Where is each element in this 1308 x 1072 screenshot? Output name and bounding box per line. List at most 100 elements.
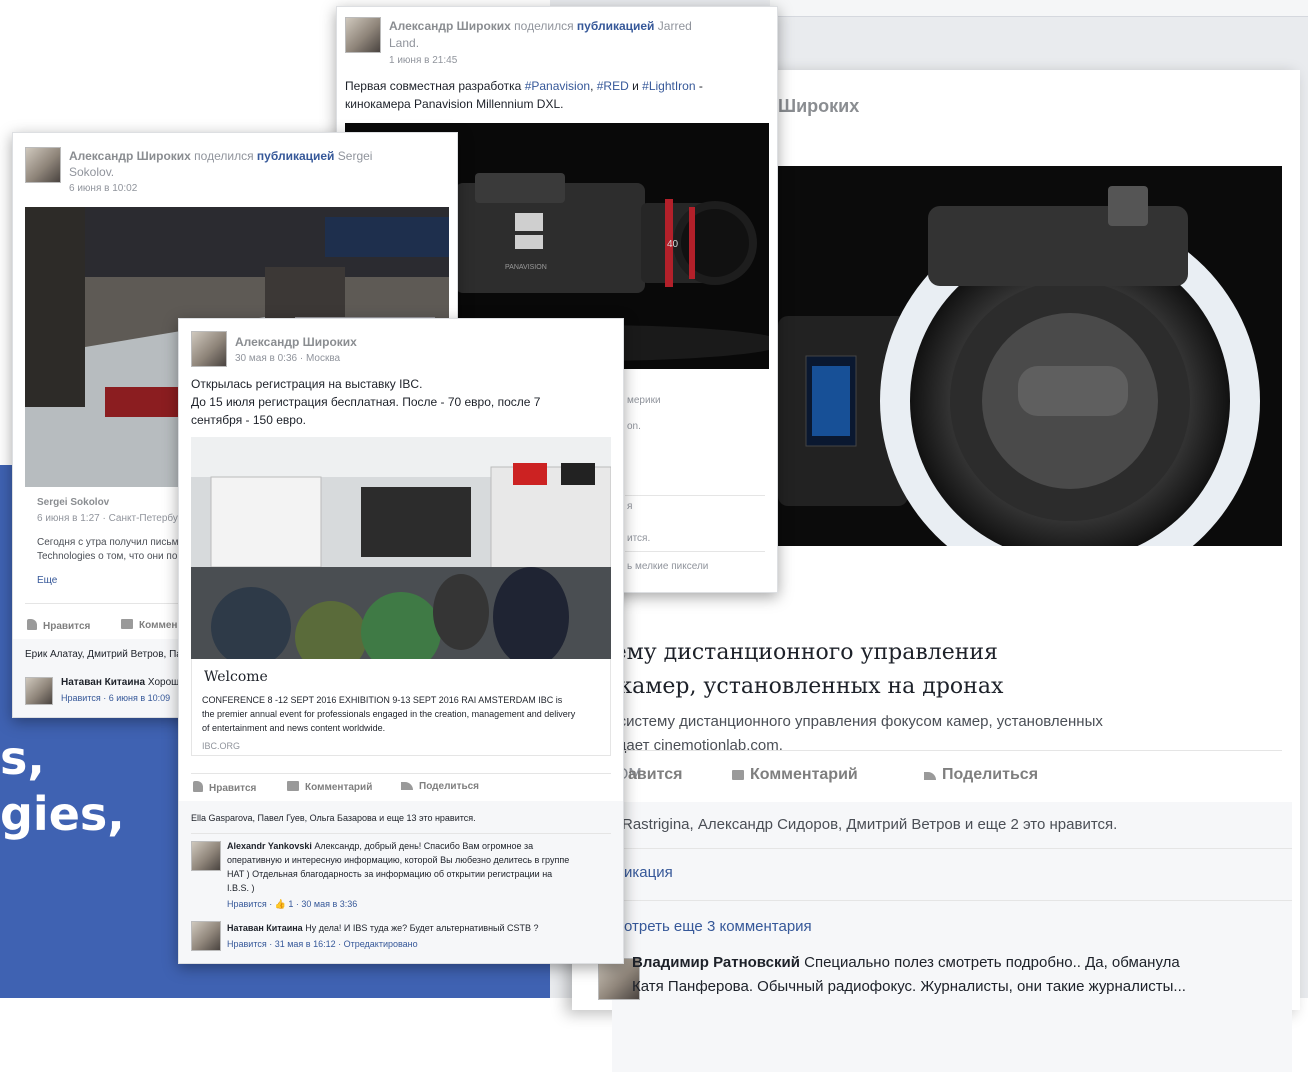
fragment: ится. [627,533,651,544]
divider [625,495,765,496]
fragment: мерики [627,395,661,406]
comment-1-meta[interactable]: Нравится · 👍 1 · 30 мая в 3:36 [227,899,357,910]
author-name[interactable]: Александр Широких [389,19,511,33]
like-button[interactable]: Нравится [27,619,90,632]
exhibition-hall-illustration [191,437,611,659]
post-text-2: До 15 июля регистрация бесплатная. После… [191,395,541,409]
comment-1-line-2: оперативную и интересную информацию, кот… [227,855,570,865]
comment-author[interactable]: Натаван Китаина [61,677,145,688]
hashtag-lightiron[interactable]: #LightIron [642,79,695,93]
hashtag-panavision[interactable]: #Panavision [525,79,590,93]
divider [612,900,1292,901]
comment-text: Хорош [147,677,180,688]
share-icon [401,782,413,790]
text-sep: , [590,79,597,93]
shared-from-2[interactable]: Sokolov. [69,165,114,179]
comments-area: Rastrigina, Александр Сидоров, Дмитрий В… [598,802,1292,1072]
post-date[interactable]: 6 июня в 10:02 [69,183,137,194]
link-preview[interactable]: Welcome CONFERENCE 8 -12 SEPT 2016 EXHIB… [191,659,611,756]
comment-author[interactable]: Владимир Ратновский [632,954,800,971]
view-more-comments[interactable]: отреть еще 3 комментария [624,918,812,935]
link-desc-1: CONFERENCE 8 -12 SEPT 2016 EXHIBITION 9-… [202,695,563,705]
avatar[interactable] [345,17,381,53]
like-button[interactable]: авится [628,766,682,784]
publication-link[interactable]: публикацией [577,19,655,33]
post-text-1: Первая совместная разработка #Panavision… [345,79,703,93]
share-label: Поделиться [942,766,1039,783]
text-post: - [695,79,703,93]
post-author-partial[interactable]: Широких [778,96,859,117]
like-icon [27,619,37,630]
hashtag-red[interactable]: #RED [597,79,629,93]
post-meta[interactable]: 30 мая в 0:36 · Москва [235,353,340,364]
post-text-2: кинокамера Panavision Millennium DXL. [345,97,564,111]
author-name[interactable]: Александр Широких [235,335,357,349]
like-label: Нравится [209,783,257,794]
see-more-link[interactable]: Еще [37,575,57,586]
dji-focus-illustration [778,166,1282,546]
shared-text: поделился [514,19,574,33]
comment-button[interactable]: Коммен [121,619,177,631]
comment-2: Натаван Китаина Ну дела! И IBS туда же? … [227,923,539,933]
comment-1-line-3: HAT ) Отдельная благодарность за информа… [227,869,553,879]
post-photo-ibc-hall[interactable] [191,437,611,659]
like-icon [193,781,203,792]
fragment: on. [627,421,641,432]
comment-1-line-1: Alexandr Yankovski Александр, добрый ден… [227,841,533,851]
comment-icon [121,619,133,629]
like-label: Нравится [43,621,91,632]
banner-line-2: gies, [0,787,125,841]
inner-author[interactable]: Sergei Sokolov [37,497,109,508]
post-text-1: Открылась регистрация на выставку IBC. [191,377,423,391]
share-button[interactable]: Поделиться [924,766,1038,784]
comment-1-line-4: I.B.S. ) [227,883,255,893]
shared-text: поделился [194,149,254,163]
comment-button[interactable]: Комментарий [287,781,372,793]
share-label: Поделиться [419,781,480,792]
post-date[interactable]: 1 июня в 21:45 [389,55,457,66]
inner-text-2: Technologies о том, что они пон [37,551,183,562]
divider [191,773,611,774]
banner-line-1: s, [0,731,45,785]
avatar[interactable] [191,331,227,367]
post-photo-dji-focus[interactable] [778,166,1282,546]
divider [612,750,1282,751]
comment-1: Владимир Ратновский Специально полез смо… [632,954,1180,971]
comment: Натаван Китаина Хорош [61,677,179,688]
publication-link[interactable]: публикацией [257,149,335,163]
comment-author[interactable]: Натаван Китаина [227,923,303,933]
text-sep: и [628,79,643,93]
post-header: Александр Широких поделился публикацией … [389,19,692,33]
comment-label: Коммен [139,620,178,631]
author-name[interactable]: Александр Широких [69,149,191,163]
comment-2-text: Катя Панферова. Обычный радиофокус. Журн… [632,978,1186,995]
link-title: Welcome [204,669,268,685]
text-pre: Первая совместная разработка [345,79,525,93]
post-header: Александр Широких поделился публикацией … [69,149,372,163]
avatar[interactable] [191,841,221,871]
shared-from-1[interactable]: Jarred [658,19,692,33]
likes-summary: Ella Gasparova, Павел Гуев, Ольга Базаро… [191,813,476,823]
avatar[interactable] [191,921,221,951]
shared-from-1[interactable]: Sergei [338,149,373,163]
likes-summary: Ерик Алатау, Дмитрий Ветров, Па [25,649,182,660]
divider [625,551,765,552]
like-label: авится [628,766,683,783]
avatar[interactable] [25,677,53,705]
camera-brand: PANAVISION [505,264,547,271]
link-desc-3: of entertainment and news content worldw… [202,723,386,733]
comment-author[interactable]: Alexandr Yankovski [227,841,312,851]
comment-text: Специально полез смотреть подробно.. Да,… [804,954,1180,971]
like-button[interactable]: Нравится [193,781,256,794]
shared-from-2[interactable]: Land. [389,36,419,50]
comment-2-meta[interactable]: Нравится · 31 мая в 16:12 · Отредактиров… [227,939,418,949]
comment-button[interactable]: Комментарий [732,766,858,784]
inner-meta: 6 июня в 1:27 · Санкт-Петербург [37,513,188,524]
comment-icon [287,781,299,791]
inner-text-1: Сегодня с утра получил письмо [37,537,185,548]
link-domain: IBC.ORG [202,741,241,751]
label-link[interactable]: икация [624,864,673,881]
share-button[interactable]: Поделиться [401,781,479,792]
avatar[interactable] [25,147,61,183]
comment-meta[interactable]: Нравится · 6 июня в 10:09 [61,693,170,703]
